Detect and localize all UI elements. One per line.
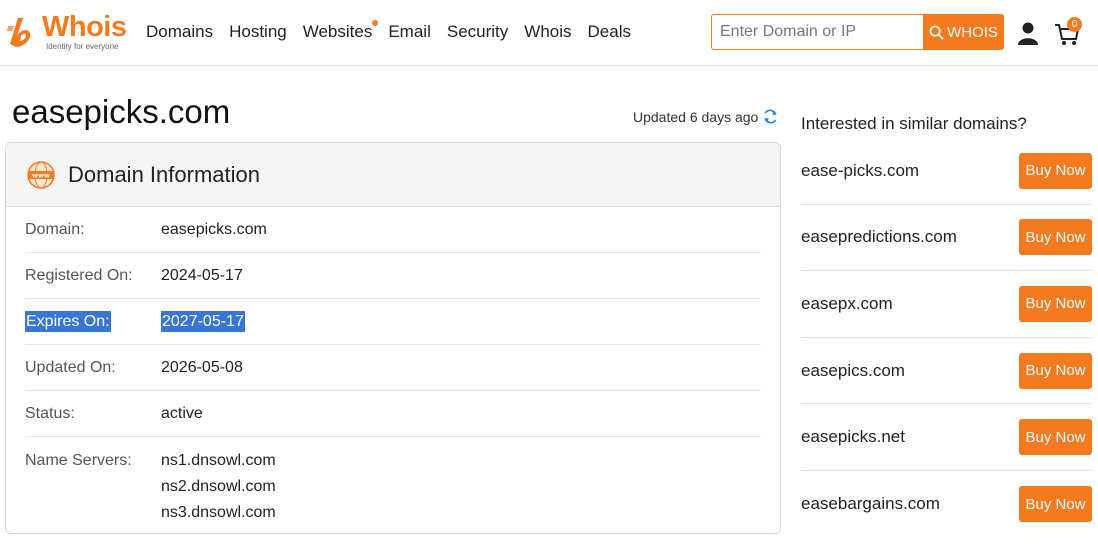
selected-text: Expires On: [25,310,111,332]
main-nav: Domains Hosting Websites Email Security … [146,20,647,44]
site-header: Whois Identity for everyone Domains Host… [0,0,1098,66]
list-item: easepx.com Buy Now [801,271,1092,338]
cart-count-badge: 0 [1067,17,1082,32]
row-value: 2026-05-08 [161,358,243,376]
name-server: ns1.dnsowl.com [161,452,276,469]
row-value: active [161,404,203,422]
similar-domains-title: Interested in similar domains? [801,114,1027,133]
row-status: Status: active [25,391,761,437]
row-label: Name Servers: [25,452,132,469]
row-name-servers: Name Servers: ns1.dnsowl.com ns2.dnsowl.… [25,437,761,526]
row-label: Status: [25,404,75,422]
list-item: ease-picks.com Buy Now [801,138,1092,205]
row-expires-on: Expires On: 2027-05-17 [25,299,761,345]
www-globe-icon: www [27,160,55,189]
buy-now-button[interactable]: Buy Now [1019,285,1092,322]
suggested-domain: easepics.com [801,360,905,380]
row-label: Domain: [25,220,85,238]
buy-now-button[interactable]: Buy Now [1019,152,1092,189]
buy-now-button[interactable]: Buy Now [1019,352,1092,389]
user-account-icon[interactable] [1016,21,1040,45]
name-server: ns3.dnsowl.com [161,504,276,521]
buy-now-button[interactable]: Buy Now [1019,486,1092,523]
card-header: www Domain Information [6,143,780,207]
last-updated-text: Updated 6 days ago [633,108,759,125]
name-server: ns2.dnsowl.com [161,478,276,495]
row-label: Registered On: [25,266,133,284]
list-item: easebargains.com Buy Now [801,471,1092,538]
whois-button-label: WHOIS [947,23,998,41]
nav-websites[interactable]: Websites [302,20,379,44]
nav-email[interactable]: Email [388,20,431,44]
row-value-selected: 2027-05-17 [161,310,245,332]
logo-tagline: Identity for everyone [46,42,119,51]
nav-whois[interactable]: Whois [524,20,571,44]
list-item: easepicks.net Buy Now [801,404,1092,471]
suggested-domain: easepredictions.com [801,227,957,247]
suggested-domain: easepx.com [801,293,893,313]
refresh-icon[interactable] [762,108,779,125]
row-updated-on: Updated On: 2026-05-08 [25,345,761,391]
buy-now-button[interactable]: Buy Now [1019,419,1092,456]
last-updated: Updated 6 days ago [633,108,779,125]
search-input[interactable] [711,14,923,50]
domain-info-table: Domain: easepicks.com Registered On: 202… [6,207,780,526]
page-title: easepicks.com [12,93,231,130]
name-servers-list: ns1.dnsowl.com ns2.dnsowl.com ns3.dnsowl… [161,448,276,526]
search-icon [929,25,944,40]
suggested-domain: easepicks.net [801,427,905,447]
similar-domains-list: ease-picks.com Buy Now easepredictions.c… [801,138,1092,538]
suggested-domain: easebargains.com [801,494,940,514]
row-label-selected: Expires On: [25,310,161,332]
card-title: Domain Information [68,161,260,187]
buy-now-button[interactable]: Buy Now [1019,219,1092,256]
list-item: easepredictions.com Buy Now [801,205,1092,272]
nav-domains[interactable]: Domains [146,20,213,44]
logo-wordmark: Whois [42,11,127,43]
www-icon-text: www [32,171,50,179]
nav-security[interactable]: Security [447,20,508,44]
row-domain: Domain: easepicks.com [25,207,761,253]
list-item: easepics.com Buy Now [801,338,1092,405]
selected-text: 2027-05-17 [161,310,245,332]
domain-search: WHOIS [711,14,1004,50]
logo-mark-icon [7,18,31,47]
nav-websites-label: Websites [302,22,373,41]
row-value: easepicks.com [161,220,267,238]
suggested-domain: ease-picks.com [801,160,920,180]
row-registered-on: Registered On: 2024-05-17 [25,253,761,299]
whois-search-button[interactable]: WHOIS [923,14,1004,50]
new-indicator-dot [372,20,379,26]
domain-information-card: www Domain Information Domain: easepicks… [5,142,781,534]
row-label: Updated On: [25,358,116,376]
nav-hosting[interactable]: Hosting [229,20,287,44]
whois-logo[interactable]: Whois Identity for everyone [6,10,131,54]
row-value: 2024-05-17 [161,266,243,284]
nav-deals[interactable]: Deals [588,20,631,44]
